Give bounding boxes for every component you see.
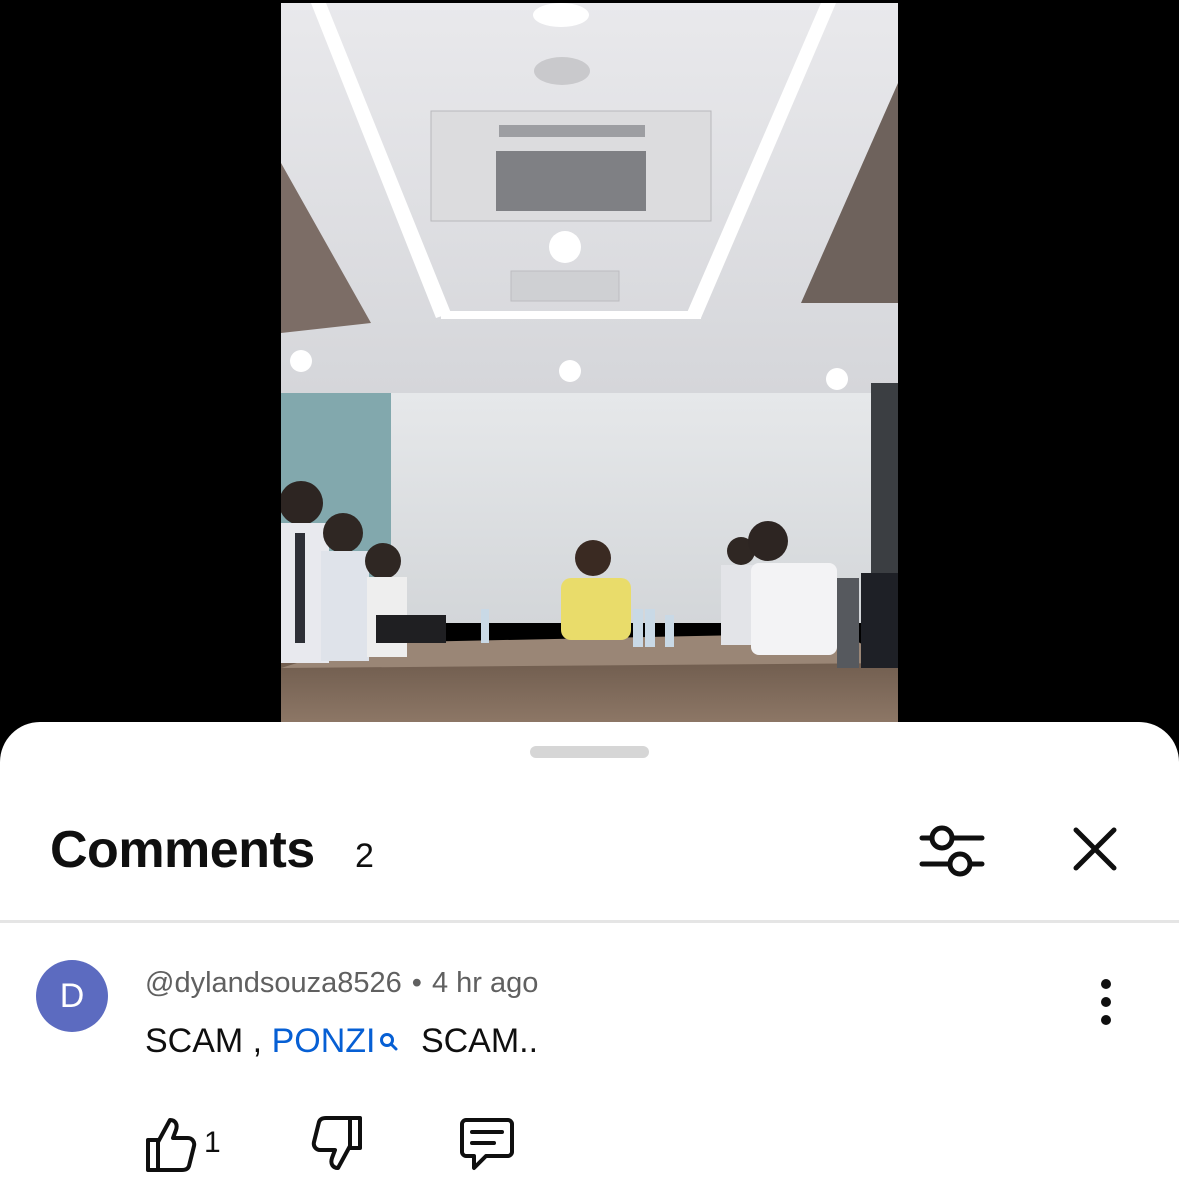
comments-count: 2 bbox=[355, 837, 374, 875]
filter-button[interactable] bbox=[912, 816, 992, 884]
comments-title: Comments bbox=[50, 821, 315, 879]
close-button[interactable] bbox=[1060, 816, 1130, 884]
meta-separator: • bbox=[411, 967, 422, 999]
comments-sheet: Comments 2 D @dylandsouza8526 • 4 hr ago bbox=[0, 722, 1179, 1191]
video-frame[interactable] bbox=[281, 3, 898, 723]
more-vert-icon bbox=[1101, 979, 1111, 1025]
like-button[interactable] bbox=[140, 1112, 200, 1176]
header-divider bbox=[0, 920, 1179, 923]
thumbs-down-icon bbox=[311, 1116, 362, 1170]
video-player[interactable] bbox=[0, 0, 1179, 760]
ponzi-search-link[interactable]: PONZI bbox=[272, 1022, 376, 1060]
search-icon[interactable] bbox=[379, 1020, 399, 1062]
reply-button[interactable] bbox=[456, 1112, 518, 1176]
more-options-button[interactable] bbox=[1086, 972, 1126, 1032]
comment-text-part1: SCAM , bbox=[145, 1022, 263, 1060]
conference-room-video-frame bbox=[281, 3, 898, 723]
reply-comment-icon bbox=[460, 1118, 514, 1170]
comment-actions: 1 bbox=[0, 1112, 1179, 1182]
comment-item: D @dylandsouza8526 • 4 hr ago SCAM , PONZI… bbox=[0, 932, 1179, 1191]
comments-header: Comments 2 bbox=[0, 792, 1179, 912]
comment-text: SCAM , PONZI SCAM.. bbox=[145, 1020, 538, 1062]
thumbs-up-icon bbox=[146, 1118, 197, 1172]
avatar[interactable]: D bbox=[36, 960, 108, 1032]
comment-text-part2: SCAM.. bbox=[420, 1022, 539, 1060]
close-icon bbox=[1073, 827, 1117, 871]
drag-handle[interactable] bbox=[530, 746, 649, 758]
comment-time: 4 hr ago bbox=[431, 967, 539, 999]
like-count: 1 bbox=[204, 1126, 221, 1159]
sliders-icon bbox=[919, 825, 985, 877]
comment-author[interactable]: @dylandsouza8526 bbox=[145, 967, 402, 999]
dislike-button[interactable] bbox=[308, 1112, 368, 1176]
comment-meta: @dylandsouza8526 • 4 hr ago bbox=[145, 966, 538, 1000]
